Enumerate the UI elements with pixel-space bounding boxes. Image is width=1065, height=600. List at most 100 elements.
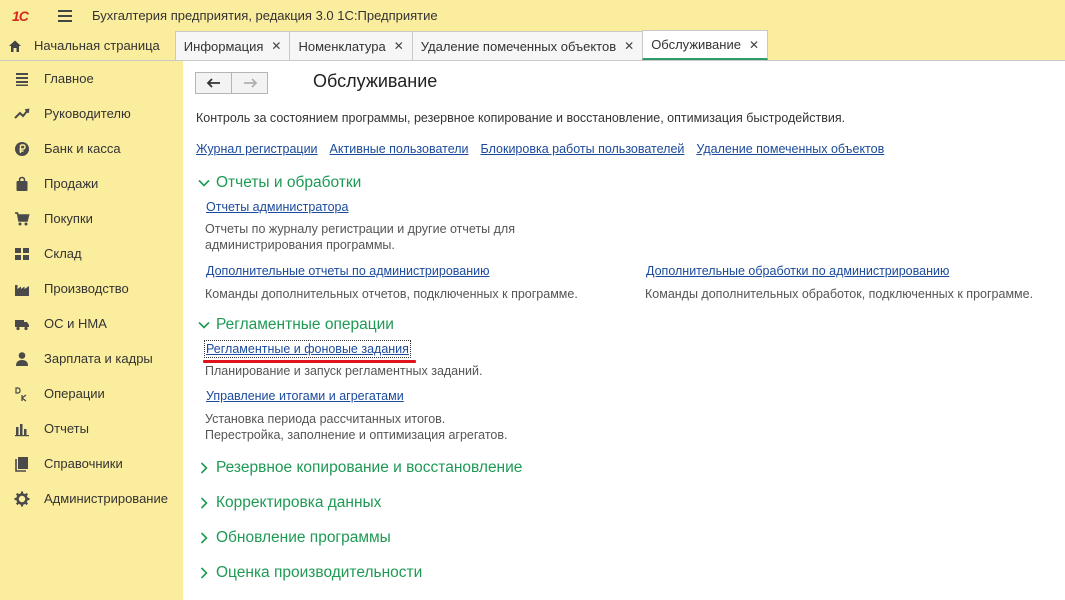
chevron-down-icon bbox=[198, 179, 210, 187]
sidebar-item-label: Банк и касса bbox=[44, 141, 121, 156]
tab-bar: Начальная страница Информация ✕ Номенкла… bbox=[0, 30, 1065, 61]
sidebar-item-main[interactable]: Главное bbox=[0, 61, 183, 96]
sidebar-item-assets[interactable]: ОС и НМА bbox=[0, 306, 183, 341]
tab-information[interactable]: Информация ✕ bbox=[174, 31, 291, 60]
sidebar-item-label: Операции bbox=[44, 386, 105, 401]
sidebar-item-label: Склад bbox=[44, 246, 82, 261]
debit-credit-icon bbox=[14, 386, 30, 402]
books-icon bbox=[14, 456, 30, 472]
bar-chart-icon bbox=[14, 421, 30, 437]
sidebar-item-administration[interactable]: Администрирование bbox=[0, 481, 183, 516]
tab-maintenance[interactable]: Обслуживание ✕ bbox=[642, 30, 769, 60]
top-links: Журнал регистрации Активные пользователи… bbox=[196, 142, 896, 156]
extra-reports-description: Команды дополнительных отчетов, подключе… bbox=[205, 287, 578, 301]
group-title: Отчеты и обработки bbox=[216, 174, 362, 191]
event-log-link[interactable]: Журнал регистрации bbox=[196, 142, 318, 156]
truck-icon bbox=[14, 316, 30, 332]
sidebar-item-manager[interactable]: Руководителю bbox=[0, 96, 183, 131]
admin-reports-description: Отчеты по журналу регистрации и другие о… bbox=[205, 221, 515, 253]
title-bar: 1С Бухгалтерия предприятия, редакция 3.0… bbox=[0, 0, 1065, 31]
tab-label: Удаление помеченных объектов bbox=[420, 38, 617, 54]
group-title: Регламентные операции bbox=[216, 316, 394, 333]
tab-label: Обслуживание bbox=[651, 37, 741, 52]
sidebar-item-references[interactable]: Справочники bbox=[0, 446, 183, 481]
arrow-right-icon bbox=[243, 78, 257, 88]
group-backup-header[interactable]: Резервное копирование и восстановление bbox=[197, 459, 522, 477]
sidebar-item-label: Руководителю bbox=[44, 106, 131, 121]
close-icon[interactable]: ✕ bbox=[624, 39, 634, 53]
main-menu-icon[interactable] bbox=[58, 9, 72, 22]
chevron-right-icon bbox=[200, 532, 208, 544]
sidebar-item-reports[interactable]: Отчеты bbox=[0, 411, 183, 446]
sidebar-item-label: Отчеты bbox=[44, 421, 89, 436]
totals-aggregates-description: Установка периода рассчитанных итогов. П… bbox=[205, 411, 507, 443]
close-icon[interactable]: ✕ bbox=[271, 39, 281, 53]
group-title: Корректировка данных bbox=[216, 494, 382, 511]
trend-chart-icon bbox=[14, 106, 30, 122]
chevron-right-icon bbox=[200, 497, 208, 509]
description-line: Установка периода рассчитанных итогов. bbox=[205, 412, 446, 426]
tab-label: Номенклатура bbox=[298, 38, 386, 54]
group-title: Резервное копирование и восстановление bbox=[216, 459, 523, 476]
main-panel: Обслуживание Контроль за состоянием прог… bbox=[183, 61, 1065, 600]
description-line: Отчеты по журналу регистрации и другие о… bbox=[205, 222, 515, 236]
sidebar-item-production[interactable]: Производство bbox=[0, 271, 183, 306]
sidebar-item-operations[interactable]: Операции bbox=[0, 376, 183, 411]
totals-aggregates-link[interactable]: Управление итогами и агрегатами bbox=[206, 389, 404, 403]
navigation-buttons bbox=[195, 72, 268, 94]
admin-reports-link[interactable]: Отчеты администратора bbox=[206, 200, 348, 214]
chevron-down-icon bbox=[198, 321, 210, 329]
sidebar-item-label: Зарплата и кадры bbox=[44, 351, 153, 366]
sidebar-item-bank[interactable]: Банк и касса bbox=[0, 131, 183, 166]
sidebar-item-label: Производство bbox=[44, 281, 129, 296]
group-scheduled-header[interactable]: Регламентные операции bbox=[197, 316, 394, 334]
arrow-left-icon bbox=[206, 78, 220, 88]
active-users-link[interactable]: Активные пользователи bbox=[330, 142, 469, 156]
sidebar-item-label: Администрирование bbox=[44, 491, 168, 506]
sidebar-item-purchases[interactable]: Покупки bbox=[0, 201, 183, 236]
sidebar-item-warehouse[interactable]: Склад bbox=[0, 236, 183, 271]
extra-reports-link[interactable]: Дополнительные отчеты по администрирован… bbox=[206, 264, 489, 278]
group-reports-header[interactable]: Отчеты и обработки bbox=[197, 174, 361, 192]
tab-nomenclature[interactable]: Номенклатура ✕ bbox=[289, 31, 413, 60]
cart-icon bbox=[14, 211, 30, 227]
sidebar-item-sales[interactable]: Продажи bbox=[0, 166, 183, 201]
scheduled-jobs-link[interactable]: Регламентные и фоновые задания bbox=[204, 340, 411, 358]
sidebar-item-label: Справочники bbox=[44, 456, 123, 471]
delete-marked-link[interactable]: Удаление помеченных объектов bbox=[696, 142, 884, 156]
shopping-bag-icon bbox=[14, 176, 30, 192]
description-line: администрирования программы. bbox=[205, 238, 395, 252]
ruble-coin-icon bbox=[14, 141, 30, 157]
forward-button[interactable] bbox=[231, 72, 268, 94]
block-users-link[interactable]: Блокировка работы пользователей bbox=[481, 142, 685, 156]
sidebar-item-label: ОС и НМА bbox=[44, 316, 107, 331]
page-description: Контроль за состоянием программы, резерв… bbox=[196, 111, 846, 125]
sidebar-item-salary[interactable]: Зарплата и кадры bbox=[0, 341, 183, 376]
home-icon bbox=[8, 39, 22, 53]
tab-label: Начальная страница bbox=[34, 38, 160, 53]
sidebar-item-label: Покупки bbox=[44, 211, 93, 226]
page-title: Обслуживание bbox=[313, 71, 438, 91]
sidebar: Главное Руководителю Банк и касса Продаж… bbox=[0, 61, 183, 600]
app-title: Бухгалтерия предприятия, редакция 3.0 1С… bbox=[92, 8, 438, 23]
extra-processing-link[interactable]: Дополнительные обработки по администриро… bbox=[646, 264, 949, 278]
warehouse-grid-icon bbox=[14, 246, 30, 262]
gear-icon bbox=[14, 491, 30, 507]
1c-logo: 1С bbox=[12, 7, 29, 24]
group-correction-header[interactable]: Корректировка данных bbox=[197, 494, 381, 512]
close-icon[interactable]: ✕ bbox=[394, 39, 404, 53]
chevron-right-icon bbox=[200, 462, 208, 474]
group-title: Оценка производительности bbox=[216, 564, 423, 581]
group-update-header[interactable]: Обновление программы bbox=[197, 529, 391, 547]
tab-home[interactable]: Начальная страница bbox=[0, 31, 176, 60]
factory-icon bbox=[14, 281, 30, 297]
tab-delete-marked[interactable]: Удаление помеченных объектов ✕ bbox=[411, 31, 644, 60]
person-icon bbox=[14, 351, 30, 367]
tab-label: Информация bbox=[183, 38, 264, 54]
group-performance-header[interactable]: Оценка производительности bbox=[197, 564, 422, 582]
close-icon[interactable]: ✕ bbox=[749, 38, 759, 52]
back-button[interactable] bbox=[195, 72, 232, 94]
chevron-right-icon bbox=[200, 567, 208, 579]
sidebar-item-label: Продажи bbox=[44, 176, 99, 191]
group-title: Обновление программы bbox=[216, 529, 391, 546]
